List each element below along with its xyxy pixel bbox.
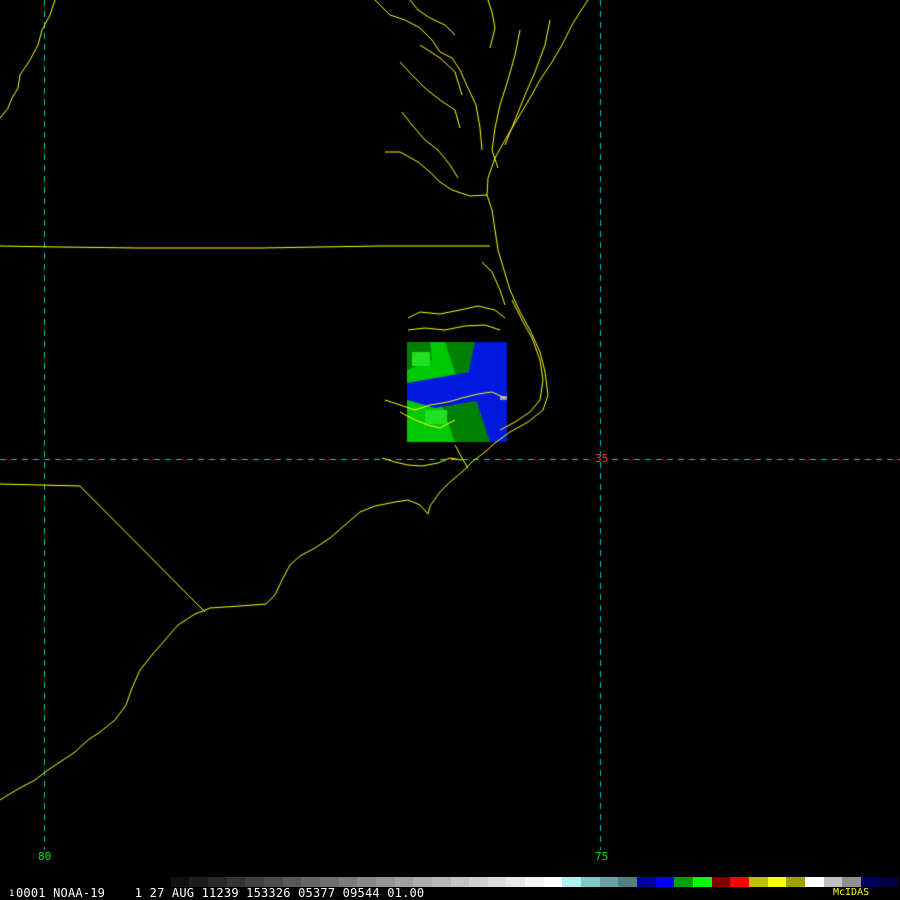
- colorbar-segment: [357, 877, 376, 887]
- colorbar-segment: [562, 877, 582, 887]
- mcidas-brand: McIDAS: [833, 887, 870, 898]
- colorbar-segment: [543, 877, 563, 887]
- colorbar-segment: [487, 877, 507, 887]
- colorbar-segment: [319, 877, 339, 887]
- colorbar-segment: [263, 877, 283, 887]
- colorbar-segment: [226, 877, 246, 887]
- image-caption: 0001 NOAA-19 1 27 AUG 11239 153326 05377…: [16, 886, 425, 900]
- colorbar-segment: [860, 877, 880, 887]
- colorbar-segment: [618, 877, 638, 887]
- colorbar-segment: [711, 877, 731, 887]
- colorbar-segment: [282, 877, 302, 887]
- latitude-label-35: 35: [595, 452, 609, 465]
- colorbar-segment: [879, 877, 899, 887]
- colorbar-segment: [152, 877, 171, 887]
- colorbar-segment: [674, 877, 694, 887]
- colorbar-segment: [338, 877, 358, 887]
- colorbar-segment: [431, 877, 451, 887]
- colorbar-segment: [767, 877, 787, 887]
- satellite-map-canvas[interactable]: [0, 0, 900, 886]
- colorbar-segment: [301, 877, 320, 887]
- colorbar-segment: [749, 877, 768, 887]
- colorbar-segment: [170, 877, 190, 887]
- colorbar-segment: [525, 877, 544, 887]
- colorbar-segment: [207, 877, 227, 887]
- colorbar-segment: [655, 877, 675, 887]
- colorbar-segment: [245, 877, 264, 887]
- frame-number: 1: [9, 889, 15, 899]
- colorbar-segment: [730, 877, 749, 887]
- colorbar-segment: [823, 877, 843, 887]
- colorbar-segment: [506, 877, 526, 887]
- colorbar-segment: [599, 877, 619, 887]
- colorbar-segment: [804, 877, 824, 887]
- colorbar-segment: [394, 877, 414, 887]
- colorbar-segment: [581, 877, 600, 887]
- colorbar-segment: [189, 877, 208, 887]
- colorbar-segment: [693, 877, 712, 887]
- colorbar-segment: [413, 877, 432, 887]
- colorbar-segment: [842, 877, 861, 887]
- colorbar-segment: [375, 877, 395, 887]
- colorbar-segment: [469, 877, 488, 887]
- longitude-label-75: 75: [595, 850, 609, 863]
- longitude-label-80: 80: [38, 850, 52, 863]
- colorbar-segment: [637, 877, 656, 887]
- colorbar-segment: [786, 877, 805, 887]
- color-enhancement-bar: [152, 877, 899, 887]
- colorbar-segment: [450, 877, 470, 887]
